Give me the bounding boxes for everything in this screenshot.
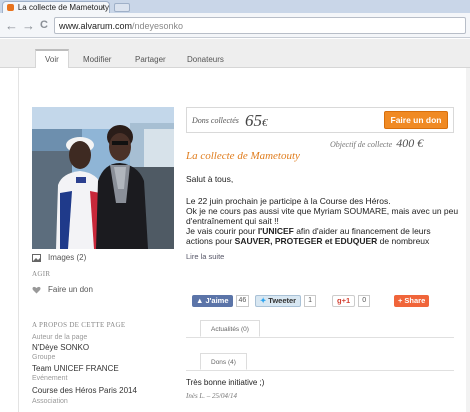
forward-icon[interactable]: → <box>22 18 35 33</box>
campaign-line-5: actions pour SAUVER, PROTEGER et EDUQUER… <box>186 236 456 246</box>
news-tab-divider <box>186 337 454 338</box>
tweet-label: Tweeter <box>268 296 297 305</box>
group-label: Groupe <box>32 354 56 361</box>
donate-button[interactable]: Faire un don <box>384 111 448 129</box>
goal-value: 400 € <box>396 136 424 150</box>
author-link[interactable]: N'Dèye SONKO <box>32 343 89 352</box>
url-path: /ndeyesonko <box>132 20 184 31</box>
campaign-bold-text: SAUVER, PROTEGER et EDUQUER <box>234 236 378 246</box>
donation-box: Dons collectés 65€ Faire un don <box>186 107 454 133</box>
facebook-like: ▲ J'aime 46 <box>192 294 250 307</box>
campaign-text: actions pour <box>186 236 235 246</box>
campaign-photo[interactable] <box>32 107 174 249</box>
gplus-count: 0 <box>358 294 371 307</box>
tab-title: La collecte de Mametouty <box>17 3 109 12</box>
site-favicon-icon <box>7 4 14 11</box>
google-plus-share: g+1 0 <box>332 294 371 307</box>
thumbs-up-icon: ▲ <box>196 296 204 305</box>
donations-amount: 65€ <box>245 111 268 131</box>
facebook-like-button[interactable]: ▲ J'aime <box>192 294 233 307</box>
donate-link[interactable]: Faire un don <box>32 285 93 294</box>
event-link[interactable]: Course des Héros Paris 2014 <box>32 386 137 395</box>
images-link[interactable]: Images (2) <box>32 253 86 262</box>
close-tab-icon[interactable]: × <box>100 3 105 12</box>
page-header: Voir Modifier Partager Donateurs <box>0 39 470 69</box>
twitter-share: ✦ Tweeter 1 <box>255 294 317 307</box>
content-edge <box>18 68 19 412</box>
donate-link-label: Faire un don <box>48 285 93 294</box>
tab-voir[interactable]: Voir <box>35 49 69 69</box>
goal: Objectif de collecte 400 € <box>330 136 423 151</box>
campaign-line-4: Je vais courir pour l'UNICEF afin d'aide… <box>186 226 456 236</box>
read-more-link[interactable]: Lire la suite <box>186 252 224 261</box>
amount-value: 65 <box>245 111 262 130</box>
url-host: www.alvarum.com <box>59 20 133 31</box>
like-count: 46 <box>235 294 250 307</box>
like-label: J'aime <box>205 296 229 305</box>
tab-modifier[interactable]: Modifier <box>74 51 120 68</box>
event-label: Evénement <box>32 375 68 382</box>
images-label: Images (2) <box>48 253 87 262</box>
gplus-button[interactable]: g+1 <box>332 294 356 307</box>
campaign-line-1: Le 22 juin prochain je participe à la Co… <box>186 196 391 206</box>
donation-comment: Très bonne initiative ;) <box>186 378 265 387</box>
address-bar[interactable]: www.alvarum.com /ndeyesonko <box>54 17 466 34</box>
browser-toolbar: ← → C www.alvarum.com /ndeyesonko <box>0 13 470 38</box>
campaign-text: Je vais courir pour <box>186 226 258 236</box>
heart-icon <box>32 286 41 293</box>
agir-heading: AGIR <box>32 270 51 278</box>
association-label: Association <box>32 398 68 405</box>
share-plus-icon: + <box>398 296 403 305</box>
share-label: Share <box>404 296 426 305</box>
goal-label: Objectif de collecte <box>330 140 393 149</box>
tab-partager[interactable]: Partager <box>126 51 175 68</box>
campaign-line-3: d'entraînement qui sait !! <box>186 216 279 226</box>
campaign-title: La collecte de Mametouty <box>186 150 300 162</box>
campaign-text: afin d'aider au financement de leurs <box>293 226 431 236</box>
tab-donateurs[interactable]: Donateurs <box>178 51 233 68</box>
campaign-line-2: Ok je ne cours pas aussi vite que Myriam… <box>186 206 459 216</box>
donations-tab-divider <box>186 370 454 371</box>
scrollbar[interactable] <box>466 68 470 412</box>
back-icon[interactable]: ← <box>5 18 18 33</box>
tab-strip: La collecte de Mametouty × <box>0 0 470 13</box>
campaign-greeting: Salut à tous, <box>186 174 234 184</box>
tab-dons[interactable]: Dons (4) <box>200 353 247 370</box>
author-label: Auteur de la page <box>32 334 88 341</box>
twitter-bird-icon: ✦ <box>260 296 267 305</box>
amount-currency: € <box>262 117 268 129</box>
new-tab-button[interactable] <box>114 3 130 12</box>
about-heading: A PROPOS DE CETTE PAGE <box>32 321 126 329</box>
comment-meta: Inès L. – 25/04/14 <box>186 392 237 400</box>
reload-icon[interactable]: C <box>40 19 48 31</box>
campaign-text: de nombreux <box>377 236 430 246</box>
group-link[interactable]: Team UNICEF FRANCE <box>32 364 119 373</box>
share-button[interactable]: + Share <box>394 294 430 307</box>
images-icon <box>32 253 41 262</box>
tab-actualites[interactable]: Actualités (0) <box>200 320 260 337</box>
tweet-count: 1 <box>304 294 317 307</box>
browser-window: La collecte de Mametouty × ← → C www.alv… <box>0 0 470 412</box>
tweet-button[interactable]: ✦ Tweeter <box>255 294 302 307</box>
runners-photo-illustration <box>32 107 174 249</box>
browser-tab[interactable]: La collecte de Mametouty × <box>2 1 110 13</box>
campaign-bold-text: l'UNICEF <box>257 226 294 236</box>
donations-collected-label: Dons collectés <box>192 116 239 125</box>
share-widget: + Share <box>394 294 430 307</box>
